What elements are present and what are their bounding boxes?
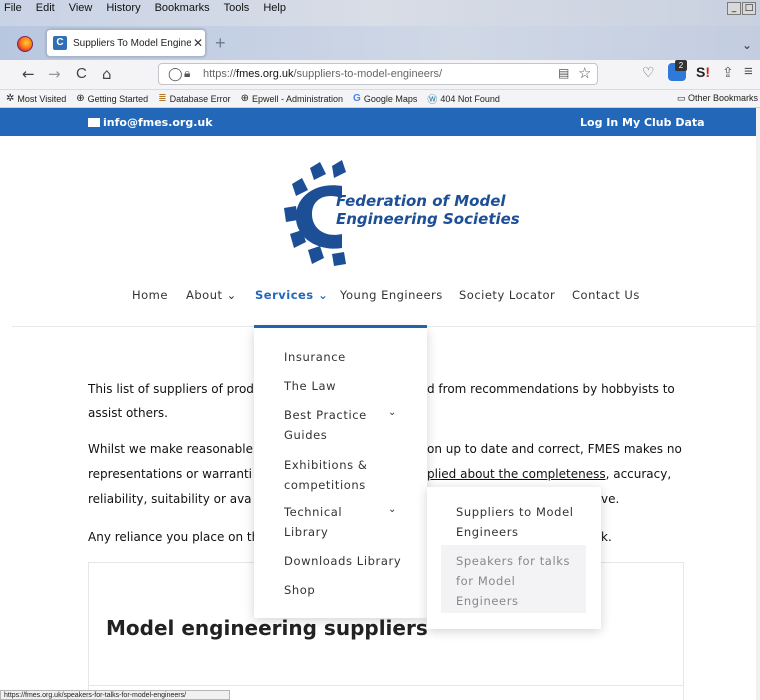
page-heading: Model engineering suppliers [106, 616, 428, 640]
menu-history[interactable]: History [106, 2, 140, 14]
reader-view-icon[interactable]: ▤ [558, 66, 569, 80]
close-tab-icon[interactable]: ✕ [193, 36, 203, 50]
bookmarks-toolbar: ✲ Most Visited ⊕ Getting Started ≣ Database… [0, 90, 760, 108]
list-icon: ≣ [158, 93, 167, 104]
back-button[interactable]: ← [22, 65, 35, 83]
nav-about[interactable]: About ⌄ [186, 288, 237, 302]
nav-society-locator[interactable]: Society Locator [459, 288, 555, 302]
folder-icon: ▭ [676, 93, 688, 103]
extension-s-icon[interactable]: S! [696, 64, 710, 80]
disclaimer-line2-end: plied about the completeness, accuracy, [427, 467, 672, 481]
intro-text-end: d from recommendations by hobbyists to [427, 382, 675, 396]
nav-young-engineers[interactable]: Young Engineers [340, 288, 443, 302]
my-club-data-link[interactable]: My Club Data [622, 116, 705, 129]
menu-tools[interactable]: Tools [224, 2, 250, 14]
menu-bookmarks[interactable]: Bookmarks [155, 2, 210, 14]
reliance-text-end: k. [601, 530, 612, 544]
other-bookmarks[interactable]: ▭ Other Bookmarks [677, 93, 758, 104]
nav-contact-us[interactable]: Contact Us [572, 288, 640, 302]
list-tabs-chevron-icon[interactable]: ⌄ [742, 38, 752, 52]
menu-file[interactable]: File [4, 2, 22, 14]
dropdown-exhibitions[interactable]: Exhibitions & competitions [284, 455, 368, 495]
completeness-link[interactable]: plied about the completeness [427, 467, 606, 481]
status-url: https://fmes.org.uk/speakers-for-talks-f… [0, 690, 230, 700]
disclaimer-line2-start: representations or warranti [88, 467, 252, 481]
bookmark-epwell[interactable]: ⊕ Epwell - Administration [241, 93, 343, 104]
email-link[interactable]: info@fmes.org.uk [88, 116, 213, 129]
new-tab-button[interactable]: + [215, 34, 226, 52]
bookmark-star-icon[interactable]: ☆ [578, 64, 591, 82]
wordpress-icon: Ⓦ [427, 95, 438, 106]
tab-title: Suppliers To Model Engineers | Fed [73, 37, 191, 49]
chevron-down-icon: ⌄ [226, 288, 237, 302]
disclaimer-line1-end: on up to date and correct, FMES makes no [427, 442, 682, 456]
forward-button[interactable]: → [48, 65, 61, 83]
bookmark-database-error[interactable]: ≣ Database Error [158, 93, 230, 104]
minimize-button[interactable]: _ [727, 2, 741, 15]
envelope-icon [88, 118, 100, 127]
bookmark-getting-started[interactable]: ⊕ Getting Started [76, 93, 148, 104]
dropdown-the-law[interactable]: The Law [284, 376, 336, 396]
reliance-text-start: Any reliance you place on th [88, 530, 260, 544]
card-divider [88, 685, 684, 686]
logo-line-1: Federation of Model [336, 192, 506, 210]
dropdown-downloads-library[interactable]: Downloads Library [284, 551, 401, 571]
dropdown-shop[interactable]: Shop [284, 580, 315, 600]
page-scrollbar[interactable] [756, 108, 760, 700]
pocket-icon[interactable]: ♡ [642, 64, 655, 81]
disclaimer-line3-end: ve. [601, 492, 620, 506]
intro-text-line2: assist others. [88, 406, 168, 420]
bookmark-google-maps[interactable]: G Google Maps [353, 93, 417, 104]
submenu-suppliers[interactable]: Suppliers to Model Engineers [456, 502, 574, 542]
nav-home[interactable]: Home [132, 288, 168, 302]
gear-icon: ✲ [6, 93, 15, 104]
bookmark-404[interactable]: Ⓦ 404 Not Found [427, 91, 500, 107]
url-text[interactable]: https://fmes.org.uk/suppliers-to-model-e… [203, 68, 442, 80]
logo-line-2: Engineering Societies [336, 210, 520, 228]
chevron-down-icon: ⌄ [388, 407, 397, 418]
site-logo-text[interactable]: Federation of Model Engineering Societie… [336, 192, 520, 228]
nav-services[interactable]: Services ⌄ [255, 288, 328, 302]
share-icon[interactable]: ⇪ [722, 64, 734, 81]
menu-bar: File Edit View History Bookmarks Tools H… [0, 0, 760, 26]
intro-text-start: This list of suppliers of prod [88, 382, 254, 396]
menu-edit[interactable]: Edit [36, 2, 55, 14]
submenu-speakers[interactable]: Speakers for talks for Model Engineers [456, 551, 570, 611]
globe-icon: ⊕ [240, 93, 249, 104]
firefox-icon[interactable] [17, 36, 33, 52]
site-favicon-icon: C [53, 36, 67, 50]
home-button[interactable]: ⌂ [102, 65, 112, 83]
globe-icon: ⊕ [76, 93, 85, 104]
chevron-down-icon: ⌄ [388, 504, 397, 515]
dropdown-insurance[interactable]: Insurance [284, 347, 346, 367]
extension-badge: 2 [675, 60, 687, 71]
disclaimer-line3-start: reliability, suitability or ava [88, 492, 252, 506]
login-link[interactable]: Log In [580, 116, 618, 129]
dropdown-best-practice-guides[interactable]: Best Practice Guides [284, 405, 367, 445]
disclaimer-line1-start: Whilst we make reasonable [88, 442, 253, 456]
tracking-shield-icon[interactable]: ◯ [168, 66, 183, 82]
google-icon: G [353, 93, 361, 104]
chevron-down-icon: ⌄ [318, 288, 329, 302]
browser-tab[interactable]: C Suppliers To Model Engineers | Fed ✕ [46, 29, 206, 57]
menu-view[interactable]: View [69, 2, 93, 14]
menu-help[interactable]: Help [263, 2, 286, 14]
window-controls: _ □ [727, 2, 756, 15]
hamburger-menu-icon[interactable]: ≡ [744, 63, 753, 80]
dropdown-technical-library[interactable]: Technical Library [284, 502, 342, 542]
lock-icon[interactable]: 🔒︎ [184, 66, 190, 81]
maximize-button[interactable]: □ [742, 2, 756, 15]
reload-button[interactable]: C [76, 65, 87, 83]
bookmark-most-visited[interactable]: ✲ Most Visited [6, 93, 66, 104]
